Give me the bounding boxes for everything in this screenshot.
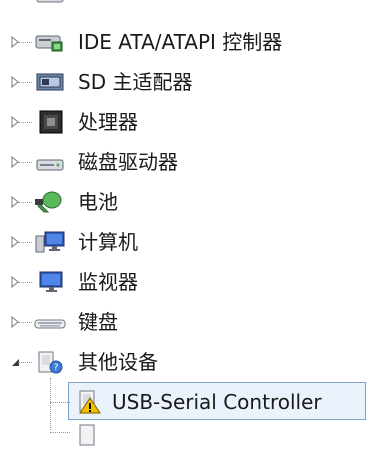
tree-connector (18, 202, 32, 203)
device-manager-tree: IDE ATA/ATAPI 控制器 SD 主适配器 处理器 磁盘驱动器 电池 计… (0, 0, 368, 446)
tree-item-label: IDE ATA/ATAPI 控制器 (78, 30, 283, 54)
tree-item-keyboard[interactable]: 键盘 (0, 304, 368, 340)
battery-icon (35, 191, 62, 213)
tree-connector (18, 282, 32, 283)
tree-item-other-devices[interactable]: ? 其他设备 (0, 344, 368, 380)
tree-connector (18, 122, 32, 123)
device-icon (36, 0, 64, 3)
tree-connector (50, 432, 70, 433)
tree-item-battery[interactable]: 电池 (0, 184, 368, 220)
tree-item-label: 电池 (78, 190, 118, 214)
keyboard-icon (34, 319, 66, 329)
tree-item-monitor[interactable]: 监视器 (0, 264, 368, 300)
tree-item-partial[interactable] (0, 0, 368, 10)
disk-drive-icon (36, 159, 64, 171)
tree-item-computer[interactable]: 计算机 (0, 224, 368, 260)
tree-item-label: 计算机 (78, 230, 138, 254)
tree-connector (18, 162, 32, 163)
tree-item-label: 其他设备 (78, 350, 158, 374)
tree-connector (50, 402, 70, 403)
tree-item-disk-drive[interactable]: 磁盘驱动器 (0, 144, 368, 180)
monitor-icon (39, 271, 63, 292)
tree-item-usb-serial-controller[interactable]: USB-Serial Controller (0, 384, 368, 420)
svg-text:?: ? (54, 363, 59, 373)
tree-item-label: 处理器 (78, 110, 138, 134)
tree-item-sd-host-adapter[interactable]: SD 主适配器 (0, 64, 368, 100)
tree-connector (18, 322, 32, 323)
tree-connector (18, 362, 32, 363)
tree-connector (18, 82, 32, 83)
tree-item-label: SD 主适配器 (78, 70, 193, 94)
tree-item-label: 键盘 (78, 310, 118, 334)
warning-device-icon (79, 390, 101, 414)
processor-chip-icon (39, 110, 63, 134)
tree-item-label: 磁盘驱动器 (78, 150, 178, 174)
device-icon (79, 424, 95, 446)
tree-item-label: 监视器 (78, 270, 138, 294)
ide-controller-icon (35, 35, 63, 52)
tree-connector (18, 42, 32, 43)
sd-host-adapter-icon (36, 73, 64, 91)
tree-item-partial-bottom[interactable] (0, 424, 368, 460)
tree-item-ide-controller[interactable]: IDE ATA/ATAPI 控制器 (0, 24, 368, 60)
tree-item-processor[interactable]: 处理器 (0, 104, 368, 140)
tree-item-label: USB-Serial Controller (112, 390, 322, 414)
tree-connector (18, 242, 32, 243)
computer-icon (35, 231, 65, 253)
unknown-device-icon: ? (38, 351, 63, 374)
